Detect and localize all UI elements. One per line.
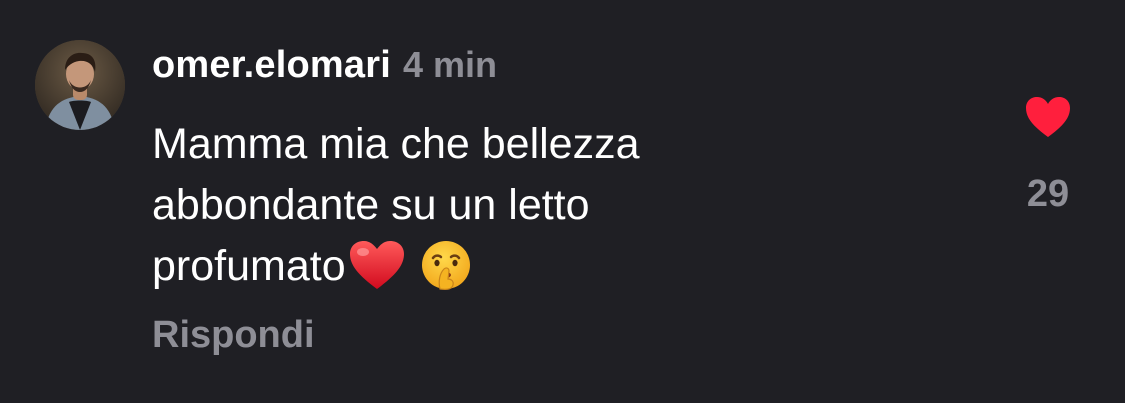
avatar[interactable] [35, 40, 125, 130]
username[interactable]: omer.elomari [152, 44, 391, 87]
timestamp: 4 min [402, 44, 497, 85]
shushing-face-emoji [421, 240, 470, 290]
comment-text-line: Mamma mia che bellezza [152, 120, 640, 168]
red-heart-emoji [349, 240, 404, 289]
comment-text-line: abbondante su un letto [152, 181, 590, 229]
comment-header: omer.elomari 4 min [152, 44, 497, 96]
comment-text-fragment: profumato [152, 242, 346, 290]
profile-photo [35, 40, 125, 130]
like-column: 29 [1010, 95, 1086, 225]
reply-button[interactable]: Rispondi [152, 314, 315, 357]
comment-text-line-last: profumato [152, 236, 852, 297]
comment-text: Mamma mia che bellezza abbondante su un … [152, 114, 852, 297]
like-heart-icon[interactable] [1024, 95, 1072, 139]
like-count: 29 [1026, 173, 1070, 215]
comment-item: omer.elomari 4 min Mamma mia che bellezz… [0, 0, 1125, 403]
